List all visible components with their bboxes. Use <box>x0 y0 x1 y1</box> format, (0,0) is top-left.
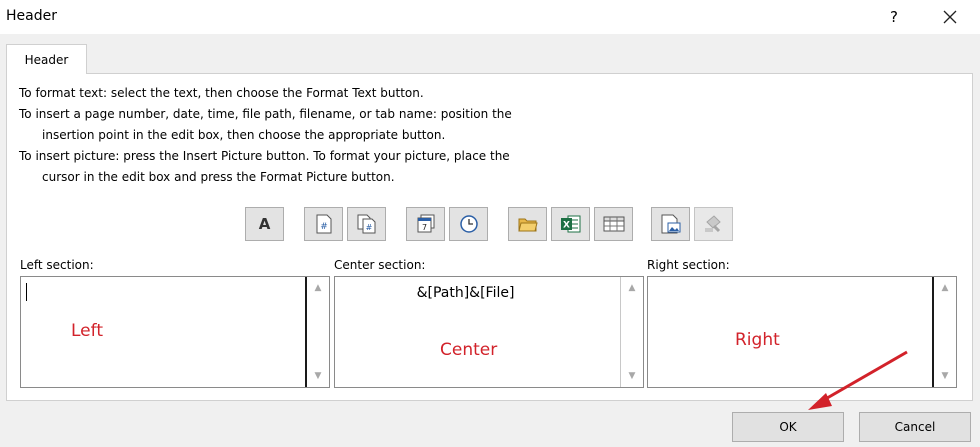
annotation-center: Center <box>440 340 498 360</box>
annotation-left: Left <box>71 321 103 341</box>
sheet-name-icon <box>603 216 624 232</box>
svg-text:#: # <box>365 223 372 232</box>
time-icon <box>459 215 478 233</box>
page-number-icon: # <box>316 214 331 234</box>
close-button[interactable] <box>936 4 964 30</box>
insert-page-number-button[interactable]: # <box>304 207 343 241</box>
dialog-title: Header <box>6 8 57 24</box>
file-name-icon: X <box>560 215 580 233</box>
instruction-line: To insert picture: press the Insert Pict… <box>19 149 510 163</box>
instruction-line: To insert a page number, date, time, fil… <box>19 107 512 121</box>
tab-header[interactable]: Header <box>6 44 87 74</box>
insert-file-name-button[interactable]: X <box>551 207 590 241</box>
format-text-button[interactable]: A <box>245 207 284 241</box>
insert-date-button[interactable]: 7 <box>406 207 445 241</box>
svg-text:#: # <box>320 222 328 232</box>
text-caret <box>26 283 27 301</box>
format-picture-icon <box>704 215 721 233</box>
right-section-label: Right section: <box>647 258 730 272</box>
insert-picture-icon <box>661 214 680 234</box>
date-icon: 7 <box>417 214 434 233</box>
right-scrollbar[interactable]: ▲ ▼ <box>934 277 956 387</box>
left-scrollbar[interactable]: ▲ ▼ <box>307 277 329 387</box>
left-section-label: Left section: <box>20 258 94 272</box>
annotation-right: Right <box>735 330 780 350</box>
scroll-down-icon[interactable]: ▼ <box>621 367 643 385</box>
scroll-up-icon[interactable]: ▲ <box>934 279 956 297</box>
scroll-down-icon[interactable]: ▼ <box>934 367 956 385</box>
ok-button[interactable]: OK <box>732 412 844 442</box>
left-section-editbox[interactable]: Left ▲ ▼ <box>20 276 330 388</box>
insert-sheet-name-button[interactable] <box>594 207 633 241</box>
right-section-editbox[interactable]: Right ▲ ▼ <box>647 276 957 388</box>
center-section-content: &[Path]&[File] <box>416 285 515 301</box>
center-section-editbox[interactable]: &[Path]&[File] Center ▲ ▼ <box>334 276 644 388</box>
close-icon <box>943 10 957 24</box>
right-section-text[interactable]: Right <box>648 277 934 387</box>
scroll-up-icon[interactable]: ▲ <box>307 279 329 297</box>
center-section-label: Center section: <box>334 258 426 272</box>
center-scrollbar[interactable]: ▲ ▼ <box>621 277 643 387</box>
insert-time-button[interactable] <box>449 207 488 241</box>
instruction-line: To format text: select the text, then ch… <box>19 86 424 100</box>
insert-file-path-button[interactable] <box>508 207 547 241</box>
help-button[interactable]: ? <box>880 4 908 30</box>
instruction-line: cursor in the edit box and press the For… <box>42 170 395 184</box>
svg-text:7: 7 <box>421 223 426 232</box>
svg-text:X: X <box>563 221 570 231</box>
cancel-button[interactable]: Cancel <box>859 412 971 442</box>
format-text-icon: A <box>258 215 271 233</box>
scroll-up-icon[interactable]: ▲ <box>621 279 643 297</box>
left-section-text[interactable]: Left <box>21 277 307 387</box>
number-of-pages-icon: # <box>357 214 375 234</box>
insert-picture-button[interactable] <box>651 207 690 241</box>
title-bar: Header ? <box>0 0 980 34</box>
center-section-text[interactable]: &[Path]&[File] Center <box>335 277 621 387</box>
insert-number-of-pages-button[interactable]: # <box>347 207 386 241</box>
format-picture-button[interactable] <box>694 207 733 241</box>
file-path-icon <box>517 218 538 232</box>
instruction-line: insertion point in the edit box, then ch… <box>42 128 446 142</box>
scroll-down-icon[interactable]: ▼ <box>307 367 329 385</box>
